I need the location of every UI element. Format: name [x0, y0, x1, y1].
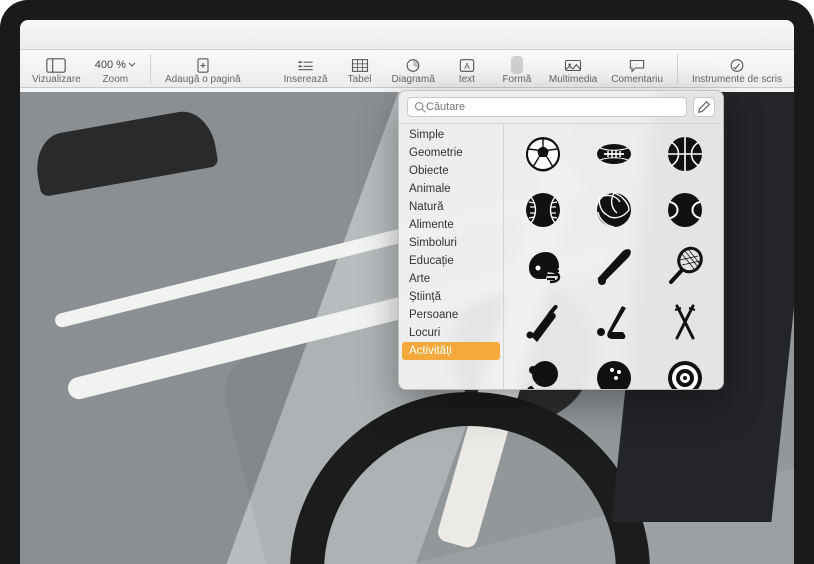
football-shape[interactable]	[590, 132, 638, 176]
zoom-control[interactable]: 400 % Zoom	[91, 54, 140, 85]
baseball-bat-shape[interactable]	[590, 244, 638, 288]
shape-category-item[interactable]: Animale	[399, 180, 503, 198]
text-icon: A	[457, 56, 477, 74]
tennis-racket-shape[interactable]	[661, 244, 709, 288]
comment-label: Comentariu	[611, 74, 663, 85]
tennis-ball-shape[interactable]	[661, 188, 709, 232]
cricket-bat-shape[interactable]	[519, 300, 567, 344]
shapes-search-field[interactable]	[407, 97, 687, 117]
toolbar-divider	[150, 54, 151, 84]
shapes-popover: SimpleGeometrieObiecteAnimaleNaturăAlime…	[398, 90, 724, 390]
shape-category-item[interactable]: Activități	[402, 342, 500, 360]
shape-button[interactable]: Formă	[495, 54, 539, 85]
zoom-label: Zoom	[103, 74, 129, 85]
shape-category-list[interactable]: SimpleGeometrieObiecteAnimaleNaturăAlime…	[399, 124, 503, 389]
soccer-ball-shape[interactable]	[519, 132, 567, 176]
shape-category-item[interactable]: Persoane	[399, 306, 503, 324]
add-page-icon	[193, 56, 213, 74]
markup-icon	[727, 56, 747, 74]
markup-button[interactable]: Instrumente de scris	[688, 54, 786, 85]
target-shape[interactable]	[661, 356, 709, 389]
shapes-edit-button[interactable]	[693, 97, 715, 117]
ski-poles-shape[interactable]	[661, 300, 709, 344]
chart-icon	[403, 56, 423, 74]
insert-label: Inserează	[284, 74, 328, 85]
insert-icon	[296, 56, 316, 74]
shape-category-item[interactable]: Natură	[399, 198, 503, 216]
pencil-icon	[697, 100, 711, 114]
app-window: Vizualizare 400 % Zoom Adaugă o pagină I…	[20, 20, 794, 564]
comment-button[interactable]: Comentariu	[607, 54, 667, 85]
shape-category-item[interactable]: Simboluri	[399, 234, 503, 252]
search-icon	[414, 101, 426, 113]
insert-button[interactable]: Inserează	[280, 54, 332, 85]
chart-label: Diagramă	[392, 74, 435, 85]
shape-category-item[interactable]: Alimente	[399, 216, 503, 234]
shape-label: Formă	[502, 74, 531, 85]
shape-category-item[interactable]: Simple	[399, 126, 503, 144]
shape-category-item[interactable]: Obiecte	[399, 162, 503, 180]
zoom-value-text: 400 %	[95, 59, 126, 71]
chevron-down-icon	[128, 62, 136, 68]
media-icon	[563, 56, 583, 74]
view-label: Vizualizare	[32, 74, 81, 85]
shape-category-item[interactable]: Geometrie	[399, 144, 503, 162]
view-icon	[46, 56, 66, 74]
media-button[interactable]: Multimedia	[545, 54, 601, 85]
shape-grid[interactable]	[503, 124, 723, 389]
comment-icon	[627, 56, 647, 74]
shapes-search-row	[399, 91, 723, 123]
table-label: Tabel	[348, 74, 372, 85]
ping-pong-shape[interactable]	[519, 356, 567, 389]
media-label: Multimedia	[549, 74, 597, 85]
text-label: text	[459, 74, 475, 85]
window-titlebar	[20, 20, 794, 50]
markup-label: Instrumente de scris	[692, 74, 782, 85]
football-helmet-shape[interactable]	[519, 244, 567, 288]
table-button[interactable]: Tabel	[338, 54, 382, 85]
zoom-value: 400 %	[95, 56, 136, 74]
shape-category-item[interactable]: Știință	[399, 288, 503, 306]
shapes-body: SimpleGeometrieObiecteAnimaleNaturăAlime…	[399, 123, 723, 389]
text-button[interactable]: A text	[445, 54, 489, 85]
bowling-ball-shape[interactable]	[590, 356, 638, 389]
basketball-shape[interactable]	[661, 132, 709, 176]
shape-icon	[511, 56, 523, 74]
shapes-search-input[interactable]	[426, 101, 680, 113]
baseball-shape[interactable]	[519, 188, 567, 232]
svg-text:A: A	[464, 60, 470, 70]
volleyball-shape[interactable]	[590, 188, 638, 232]
shape-category-item[interactable]: Educație	[399, 252, 503, 270]
shape-category-item[interactable]: Arte	[399, 270, 503, 288]
shape-category-item[interactable]: Locuri	[399, 324, 503, 342]
view-button[interactable]: Vizualizare	[28, 54, 85, 85]
chart-button[interactable]: Diagramă	[388, 54, 439, 85]
add-page-button[interactable]: Adaugă o pagină	[161, 54, 245, 85]
hockey-stick-shape[interactable]	[590, 300, 638, 344]
toolbar-divider-2	[677, 54, 678, 84]
table-icon	[350, 56, 370, 74]
add-page-label: Adaugă o pagină	[165, 74, 241, 85]
toolbar: Vizualizare 400 % Zoom Adaugă o pagină I…	[20, 50, 794, 88]
